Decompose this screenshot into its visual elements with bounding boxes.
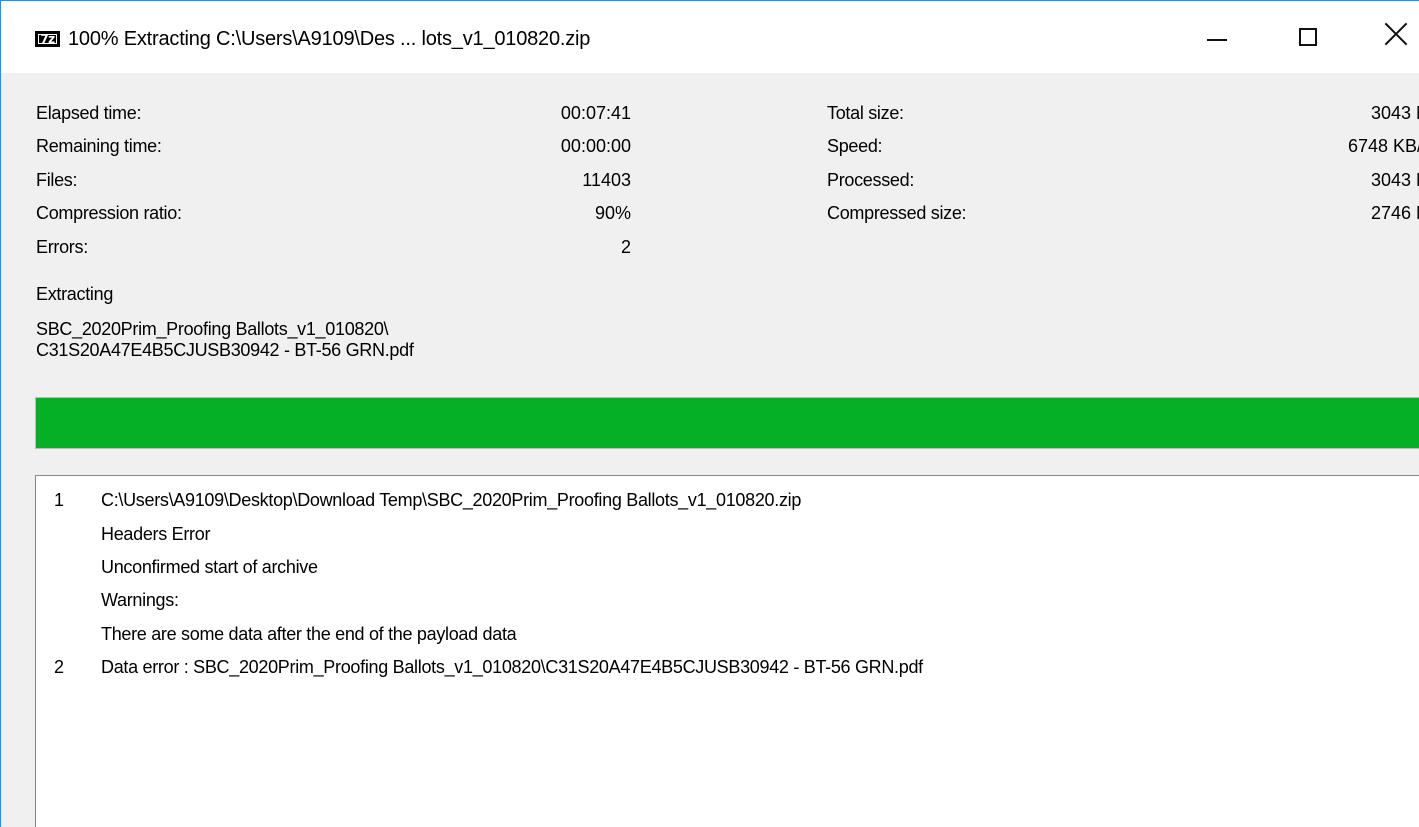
log-line-text: C:\Users\A9109\Desktop\Download Temp\SBC… [101, 490, 802, 510]
log-line[interactable]: Warnings: [36, 583, 1416, 617]
extraction-progress-window: 7z 100% Extracting C:\Users\A9109\Des ..… [0, 0, 1419, 827]
total-size-label: Total size: [827, 103, 904, 123]
compressed-size-value: 2746 M [1370, 203, 1419, 223]
close-icon [1383, 21, 1409, 47]
remaining-time-value: 00:00:00 [560, 136, 631, 156]
maximize-icon [1299, 28, 1317, 46]
speed-value: 6748 KB/s [1347, 136, 1419, 156]
log-line-number: 1 [54, 490, 64, 510]
current-file-name: C31S20A47E4B5CJUSB30942 - BT-56 GRN.pdf [36, 340, 414, 360]
log-line[interactable]: There are some data after the end of the… [36, 617, 1416, 651]
log-line[interactable]: Headers Error [36, 517, 1416, 551]
error-log-list[interactable]: 1 C:\Users\A9109\Desktop\Download Temp\S… [35, 475, 1419, 827]
progress-bar-fill [36, 398, 1419, 448]
processed-label: Processed: [827, 170, 915, 190]
current-file-folder: SBC_2020Prim_Proofing Ballots_v1_010820\ [36, 319, 389, 339]
errors-label: Errors: [36, 237, 88, 257]
close-button[interactable] [1351, 1, 1419, 73]
stat-row-remaining: Remaining time: 00:00:00 Speed: 6748 KB/… [1, 131, 1419, 161]
stat-row-compression: Compression ratio: 90% Compressed size: … [1, 198, 1419, 228]
log-line[interactable]: 2 Data error : SBC_2020Prim_Proofing Bal… [36, 650, 1416, 684]
log-line-text: Unconfirmed start of archive [101, 557, 318, 577]
compression-ratio-label: Compression ratio: [36, 203, 182, 223]
files-label: Files: [36, 170, 78, 190]
stat-row-files: Files: 11403 Processed: 3043 M [1, 165, 1419, 195]
stat-row-errors: Errors: 2 [1, 232, 1419, 262]
minimize-button[interactable] [1161, 1, 1251, 73]
log-line-text: There are some data after the end of the… [101, 624, 517, 644]
remaining-time-label: Remaining time: [36, 136, 162, 156]
log-line[interactable]: 1 C:\Users\A9109\Desktop\Download Temp\S… [36, 483, 1416, 517]
title-bar[interactable]: 7z 100% Extracting C:\Users\A9109\Des ..… [1, 1, 1419, 73]
log-line-text: Warnings: [101, 590, 179, 610]
minimize-icon [1207, 39, 1227, 41]
processed-value: 3043 M [1370, 170, 1419, 190]
log-line[interactable]: Unconfirmed start of archive [36, 550, 1416, 584]
elapsed-time-label: Elapsed time: [36, 103, 142, 123]
compressed-size-label: Compressed size: [827, 203, 967, 223]
elapsed-time-value: 00:07:41 [560, 103, 631, 123]
7zip-app-icon[interactable]: 7z [35, 31, 60, 47]
progress-bar [35, 397, 1419, 449]
log-line-text: Headers Error [101, 524, 211, 544]
window-title: 100% Extracting C:\Users\A9109\Des ... l… [68, 28, 591, 50]
maximize-button[interactable] [1261, 1, 1351, 73]
log-line-number: 2 [54, 657, 64, 677]
compression-ratio-value: 90% [594, 203, 631, 223]
stat-row-elapsed: Elapsed time: 00:07:41 Total size: 3043 … [1, 98, 1419, 128]
total-size-value: 3043 M [1370, 103, 1419, 123]
speed-label: Speed: [827, 136, 883, 156]
errors-value: 2 [620, 237, 631, 257]
files-value: 11403 [582, 170, 631, 190]
current-file-path: SBC_2020Prim_Proofing Ballots_v1_010820\… [36, 319, 414, 361]
extracting-label: Extracting [36, 284, 114, 304]
log-line-text: Data error : SBC_2020Prim_Proofing Ballo… [101, 657, 923, 677]
